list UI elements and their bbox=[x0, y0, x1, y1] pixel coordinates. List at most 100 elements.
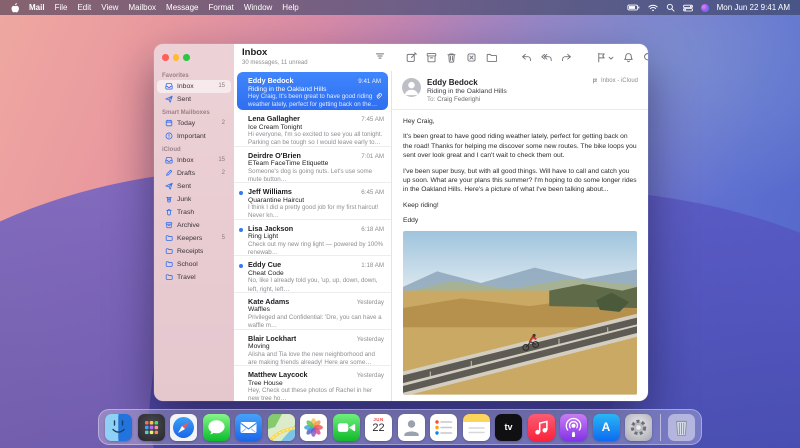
reply-icon[interactable] bbox=[521, 52, 532, 63]
sidebar-item-inbox-favorites[interactable]: Inbox 15 bbox=[157, 80, 231, 93]
dock-launchpad[interactable] bbox=[138, 414, 165, 441]
message-time: Yesterday bbox=[357, 336, 384, 343]
mailbox-subtitle: 30 messages, 11 unread bbox=[242, 60, 308, 66]
mailbox-location: Inbox - iCloud bbox=[592, 78, 638, 84]
search-icon[interactable] bbox=[666, 3, 675, 12]
message-subject: ETeam FaceTime Etiquette bbox=[248, 160, 384, 167]
menu-item-window[interactable]: Window bbox=[244, 3, 272, 12]
battery-icon[interactable] bbox=[627, 4, 640, 11]
menu-item-edit[interactable]: Edit bbox=[77, 3, 91, 12]
menu-item-mailbox[interactable]: Mailbox bbox=[128, 3, 156, 12]
message-sender: Deirdre O'Brien bbox=[248, 151, 301, 160]
tv-label: tv bbox=[504, 422, 512, 432]
apple-menu-icon[interactable] bbox=[10, 2, 20, 13]
minimize-button[interactable] bbox=[173, 54, 180, 61]
sidebar-item-important[interactable]: Important bbox=[157, 130, 231, 143]
calendar-day: 22 bbox=[372, 422, 384, 434]
message-list-item[interactable]: Eddy Bedock9:41 AM Riding in the Oakland… bbox=[237, 72, 388, 110]
menu-item-help[interactable]: Help bbox=[282, 3, 298, 12]
forward-icon[interactable] bbox=[561, 52, 572, 63]
dock-appstore[interactable]: A bbox=[593, 414, 620, 441]
sidebar-item-archive[interactable]: Archive bbox=[157, 219, 231, 232]
dock-calendar[interactable]: JUN 22 bbox=[365, 414, 392, 441]
dock-notes[interactable] bbox=[463, 414, 490, 441]
sidebar-item-travel[interactable]: Travel bbox=[157, 271, 231, 284]
dock-reminders[interactable] bbox=[430, 414, 457, 441]
dock-tv[interactable]: tv bbox=[495, 414, 522, 441]
control-center-icon[interactable] bbox=[683, 4, 693, 12]
dock-music[interactable] bbox=[528, 414, 555, 441]
message-sender: Blair Lockhart bbox=[248, 334, 296, 343]
dock-mail[interactable] bbox=[235, 414, 262, 441]
menu-item-message[interactable]: Message bbox=[166, 3, 198, 12]
message-list-item[interactable]: Blair LockhartYesterday Moving Alisha an… bbox=[234, 330, 391, 367]
dock-facetime[interactable] bbox=[333, 414, 360, 441]
menu-item-mail[interactable]: Mail bbox=[29, 3, 45, 12]
important-icon bbox=[165, 132, 173, 140]
search-icon[interactable] bbox=[643, 52, 648, 63]
message-list-item[interactable]: Matthew LaycockYesterday Tree House Hey,… bbox=[234, 366, 391, 401]
message-list-item[interactable]: Lisa Jackson6:18 AM Ring Light Check out… bbox=[234, 220, 391, 257]
archive-icon[interactable] bbox=[426, 52, 437, 63]
drafts-icon bbox=[165, 169, 173, 177]
message-list-item[interactable]: Deirdre O'Brien7:01 AM ETeam FaceTime Et… bbox=[234, 147, 391, 184]
dock-settings[interactable] bbox=[625, 414, 652, 441]
compose-icon[interactable] bbox=[406, 52, 417, 63]
sent-icon bbox=[165, 95, 173, 103]
dock-messages[interactable] bbox=[203, 414, 230, 441]
close-button[interactable] bbox=[162, 54, 169, 61]
sidebar-item-sent-icloud[interactable]: Sent bbox=[157, 180, 231, 193]
siri-icon[interactable] bbox=[701, 4, 709, 12]
reply-all-icon[interactable] bbox=[541, 52, 552, 63]
folder-icon bbox=[165, 247, 173, 255]
menu-items: Mail File Edit View Mailbox Message Form… bbox=[29, 3, 299, 12]
sidebar-item-trash[interactable]: Trash bbox=[157, 206, 231, 219]
menu-item-file[interactable]: File bbox=[55, 3, 68, 12]
move-to-folder-icon[interactable] bbox=[486, 52, 497, 63]
message-list-item[interactable]: Lena Gallagher7:45 AM Ice Cream Tonight … bbox=[234, 110, 391, 147]
sidebar-item-junk[interactable]: Junk bbox=[157, 193, 231, 206]
menu-item-view[interactable]: View bbox=[101, 3, 118, 12]
sidebar-item-keepers[interactable]: Keepers 5 bbox=[157, 232, 231, 245]
dock-podcasts[interactable] bbox=[560, 414, 587, 441]
recipient-name[interactable]: Craig Federighi bbox=[437, 96, 480, 103]
trash-icon[interactable] bbox=[446, 52, 457, 63]
folder-icon bbox=[165, 260, 173, 268]
mailbox-location-label: Inbox - iCloud bbox=[601, 78, 638, 84]
mail-window: Favorites Inbox 15 Sent Smart Mailboxes … bbox=[154, 44, 648, 401]
zoom-button[interactable] bbox=[183, 54, 190, 61]
dock: JUN 22 tv A bbox=[98, 409, 702, 445]
flag-button[interactable] bbox=[596, 52, 614, 63]
dock-finder[interactable] bbox=[105, 414, 132, 441]
message-time: Yesterday bbox=[357, 299, 384, 306]
sidebar-item-today[interactable]: Today 2 bbox=[157, 117, 231, 130]
sidebar-item-school[interactable]: School bbox=[157, 258, 231, 271]
sidebar-item-inbox-icloud[interactable]: Inbox 15 bbox=[157, 154, 231, 167]
sidebar-item-sent-favorites[interactable]: Sent bbox=[157, 93, 231, 106]
dock-trash[interactable] bbox=[668, 414, 695, 441]
wifi-icon[interactable] bbox=[648, 4, 658, 12]
message-subject: Riding in the Oakland Hills bbox=[248, 86, 381, 93]
sidebar-item-receipts[interactable]: Receipts bbox=[157, 245, 231, 258]
message-photo[interactable] bbox=[403, 231, 637, 395]
dock-photos[interactable] bbox=[300, 414, 327, 441]
message-subject: Moving bbox=[248, 343, 384, 350]
mail-main: Inbox 30 messages, 11 unread bbox=[234, 44, 648, 401]
message-list-item[interactable]: Eddy Cue1:18 AM Cheat Code No, like I al… bbox=[234, 256, 391, 293]
menu-clock[interactable]: Mon Jun 22 9:41 AM bbox=[717, 3, 790, 12]
dock-maps[interactable] bbox=[268, 414, 295, 441]
body-paragraph: Keep riding! bbox=[403, 201, 637, 210]
dock-contacts[interactable] bbox=[398, 414, 425, 441]
menu-item-format[interactable]: Format bbox=[209, 3, 234, 12]
mute-icon[interactable] bbox=[623, 52, 634, 63]
sidebar-item-drafts[interactable]: Drafts 2 bbox=[157, 167, 231, 180]
unread-indicator bbox=[239, 191, 243, 195]
sidebar-item-label: Sent bbox=[177, 96, 191, 103]
message-list-item[interactable]: Kate AdamsYesterday Waffles Privileged a… bbox=[234, 293, 391, 330]
flag-icon bbox=[596, 52, 607, 63]
filter-icon[interactable] bbox=[375, 51, 385, 61]
message-list-item[interactable]: Jeff Williams6:45 AM Quarantine Haircut … bbox=[234, 183, 391, 220]
junk-icon[interactable] bbox=[466, 52, 477, 63]
content: Eddy Bedock9:41 AM Riding in the Oakland… bbox=[234, 71, 648, 401]
dock-safari[interactable] bbox=[170, 414, 197, 441]
